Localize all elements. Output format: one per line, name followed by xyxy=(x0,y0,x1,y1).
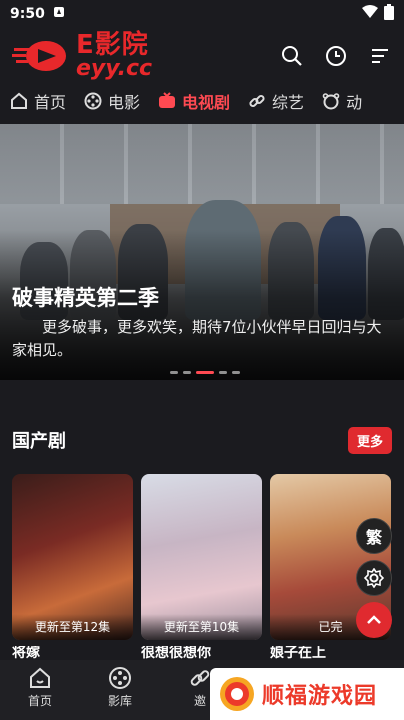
bottom-tab-label: 邀 xyxy=(193,694,206,708)
film-reel-icon xyxy=(109,667,131,689)
chevron-up-icon xyxy=(367,615,381,624)
drama-card[interactable]: 更新至第12集 xyxy=(12,474,133,640)
banner-title: 破事精英第二季 xyxy=(12,286,159,310)
app-header: E影院 eyy.cc xyxy=(0,28,404,84)
link-icon xyxy=(249,94,265,108)
logo-title: E影院 xyxy=(76,30,149,60)
drama-name[interactable]: 将嫁 xyxy=(12,646,133,660)
settings-button[interactable] xyxy=(356,560,392,596)
link-icon xyxy=(190,670,210,686)
bottom-tab-label: 影库 xyxy=(107,694,132,708)
bottom-tab-home[interactable]: 首页 xyxy=(0,666,80,709)
home-icon xyxy=(30,667,50,688)
carousel-dot[interactable] xyxy=(219,371,227,374)
carousel-dots[interactable] xyxy=(170,371,240,374)
nav-item-home[interactable]: 首页 xyxy=(10,89,66,113)
film-reel-icon xyxy=(84,92,102,110)
nav-item-anime[interactable]: 动 xyxy=(322,89,362,113)
logo-domain: eyy.cc xyxy=(76,56,153,81)
status-time: 9:50 xyxy=(10,6,45,22)
notification-icon xyxy=(53,6,65,22)
home-icon xyxy=(11,92,27,109)
tv-icon xyxy=(159,92,176,108)
back-to-top-button[interactable] xyxy=(356,602,392,638)
drama-name-list: 将嫁 很想很想你 娘子在上 xyxy=(12,646,391,660)
bottom-tab-library[interactable]: 影库 xyxy=(80,666,160,709)
nav-item-tv[interactable]: 电视剧 xyxy=(158,89,230,113)
section-header: 国产剧 更多 xyxy=(12,424,392,456)
nav-item-label: 综艺 xyxy=(272,93,305,112)
drama-card[interactable]: 更新至第10集 xyxy=(141,474,262,640)
nav-item-label: 首页 xyxy=(34,93,67,112)
banner-scene xyxy=(0,124,404,204)
carousel-dot[interactable] xyxy=(183,371,191,374)
section-title: 国产剧 xyxy=(12,431,66,452)
menu-icon[interactable] xyxy=(368,44,392,68)
app-logo[interactable]: E影院 eyy.cc xyxy=(12,32,152,80)
watermark-overlay: 顺福游戏园 xyxy=(210,668,404,720)
nav-item-movie[interactable]: 电影 xyxy=(84,89,140,113)
history-clock-icon[interactable] xyxy=(324,44,348,68)
drama-name[interactable]: 娘子在上 xyxy=(270,646,391,660)
bear-icon xyxy=(322,93,340,110)
traditional-chinese-button[interactable]: 繁 xyxy=(356,518,392,554)
category-nav: 首页 电影 电视剧 综艺 动 xyxy=(0,84,404,118)
episode-label: 更新至第10集 xyxy=(141,614,262,640)
nav-item-variety[interactable]: 综艺 xyxy=(248,89,304,113)
gear-icon xyxy=(364,568,384,588)
carousel-dot-active[interactable] xyxy=(196,371,214,374)
drama-name[interactable]: 很想很想你 xyxy=(141,646,262,660)
search-icon[interactable] xyxy=(280,44,304,68)
more-button[interactable]: 更多 xyxy=(347,426,392,454)
watermark-logo-icon xyxy=(220,677,254,711)
episode-label: 更新至第12集 xyxy=(12,614,133,640)
wifi-icon xyxy=(362,5,378,23)
banner-description: 更多破事，更多欢笑，期待7位小伙伴早日回归与大家相见。 xyxy=(12,318,382,359)
logo-mark-icon xyxy=(12,39,70,73)
nav-item-label: 动 xyxy=(346,93,363,112)
status-bar: 9:50 xyxy=(0,0,404,28)
watermark-text: 顺福游戏园 xyxy=(262,684,378,709)
nav-item-label: 电视剧 xyxy=(182,93,231,112)
carousel-dot[interactable] xyxy=(232,371,240,374)
traditional-chinese-label: 繁 xyxy=(365,528,382,547)
drama-card-list: 更新至第12集 更新至第10集 已完 xyxy=(12,474,404,640)
battery-icon xyxy=(384,4,394,24)
nav-item-label: 电影 xyxy=(108,93,141,112)
carousel-dot[interactable] xyxy=(170,371,178,374)
bottom-tab-label: 首页 xyxy=(27,694,52,708)
hero-banner[interactable]: 破事精英第二季 更多破事，更多欢笑，期待7位小伙伴早日回归与大家相见。 xyxy=(0,124,404,380)
